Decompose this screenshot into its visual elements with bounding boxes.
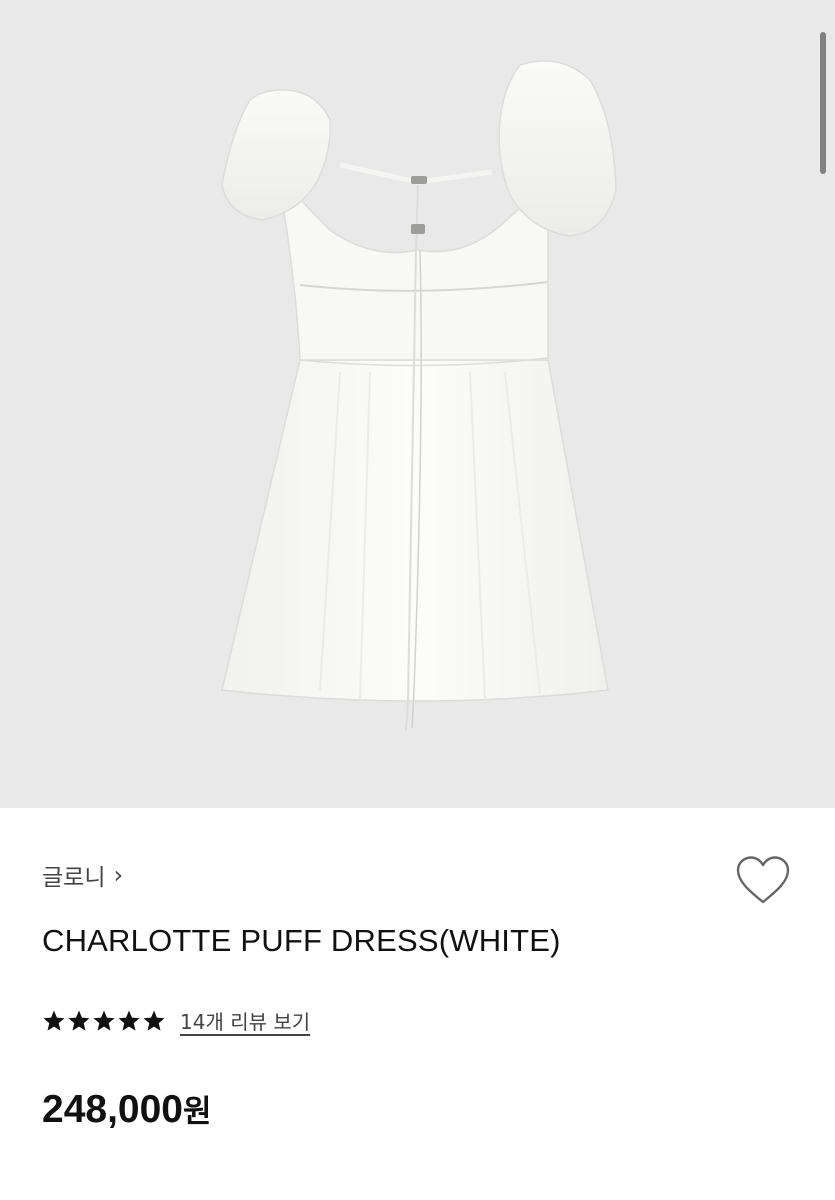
star-icon	[43, 1010, 65, 1031]
price-amount: 248,000	[42, 1088, 183, 1131]
brand-name: 글로니	[42, 865, 106, 891]
chevron-right-icon: ›	[113, 861, 124, 889]
rating-stars	[42, 1009, 166, 1033]
star-icon	[68, 1010, 90, 1031]
product-image[interactable]	[0, 0, 835, 808]
product-info	[0, 808, 835, 1200]
price-unit: 원	[182, 1094, 212, 1130]
product-title: CHARLOTTE PUFF DRESS(WHITE)	[42, 923, 561, 958]
star-icon	[143, 1010, 165, 1031]
heart-outline-icon	[736, 856, 790, 904]
reviews-link[interactable]: 14개 리뷰 보기	[180, 1006, 310, 1035]
dress-illustration	[221, 60, 617, 731]
rating-row: 14개 리뷰 보기	[42, 1006, 310, 1035]
star-icon	[118, 1010, 140, 1031]
scrollbar[interactable]	[820, 32, 826, 174]
product-price: 248,000 원	[42, 1086, 212, 1132]
brand-link[interactable]: 글로니 ›	[42, 858, 123, 892]
wishlist-button[interactable]	[734, 854, 792, 908]
star-icon	[93, 1010, 115, 1031]
product-page: 글로니 › CHARLOTTE PUFF DRESS(WHITE) 14개 리뷰…	[0, 0, 835, 1200]
